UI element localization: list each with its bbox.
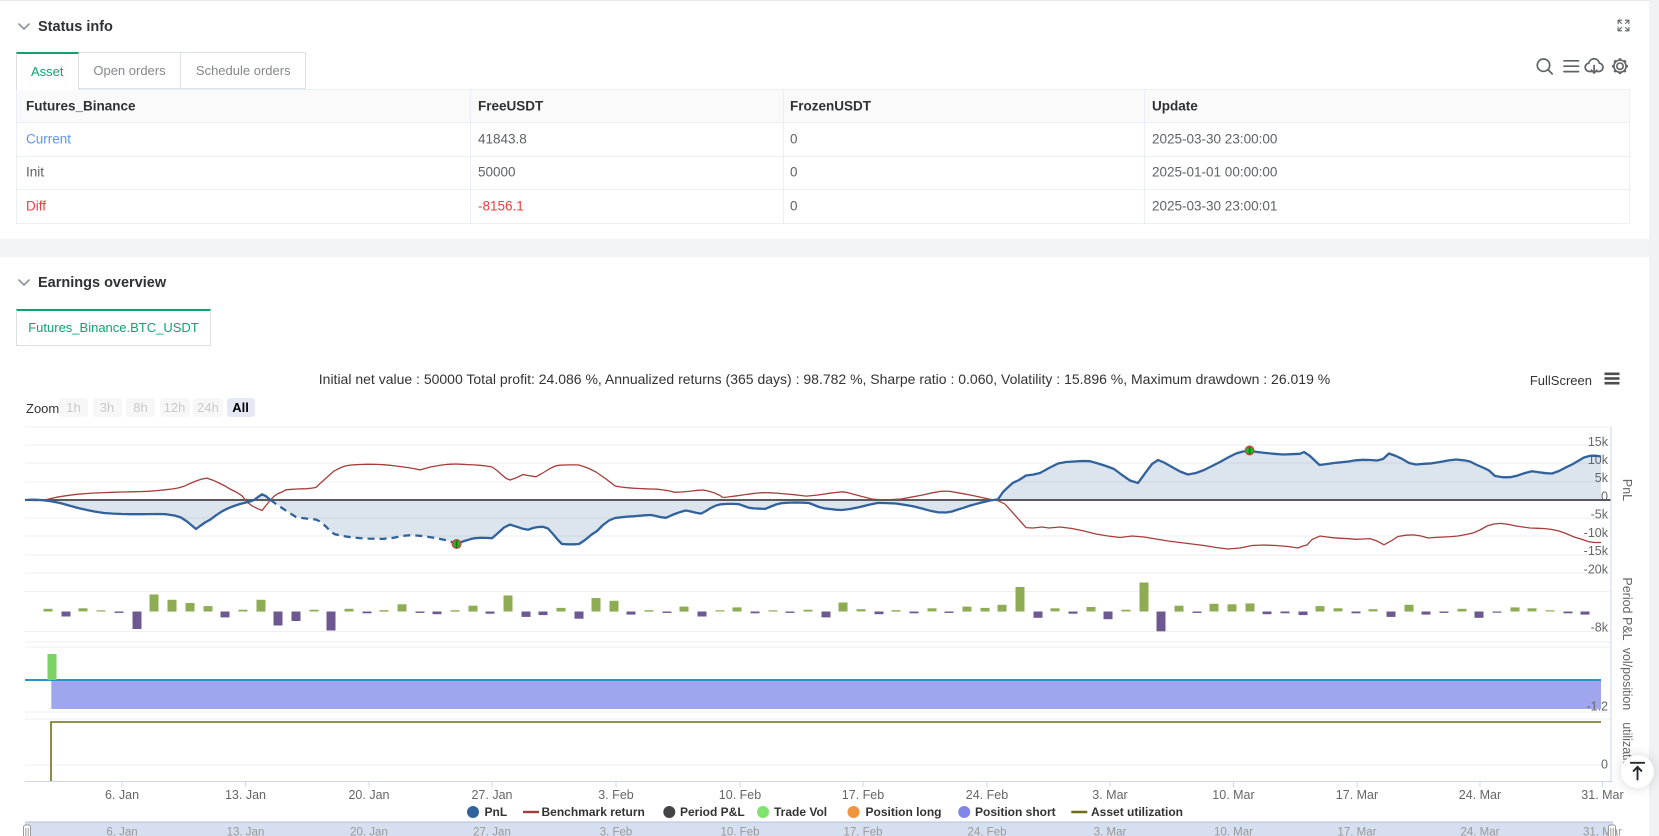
svg-text:Position short: Position short <box>975 805 1056 819</box>
svg-text:24. Mar: 24. Mar <box>1459 788 1501 802</box>
svg-text:-10k: -10k <box>1584 526 1609 540</box>
svg-text:17. Mar: 17. Mar <box>1336 788 1378 802</box>
svg-text:-1.2: -1.2 <box>1586 700 1608 714</box>
svg-text:0: 0 <box>1601 758 1608 772</box>
svg-text:24. Mar: 24. Mar <box>1461 827 1500 836</box>
svg-text:20. Jan: 20. Jan <box>348 788 389 802</box>
svg-text:Asset utilization: Asset utilization <box>1091 805 1183 819</box>
svg-text:Position long: Position long <box>866 805 942 819</box>
svg-text:6. Jan: 6. Jan <box>105 788 139 802</box>
svg-text:-20k: -20k <box>1584 563 1609 577</box>
svg-text:10. Feb: 10. Feb <box>721 827 760 836</box>
svg-text:vol/position: vol/position <box>1620 648 1634 711</box>
svg-text:10. Feb: 10. Feb <box>719 788 761 802</box>
svg-text:3. Feb: 3. Feb <box>598 788 633 802</box>
svg-text:PnL: PnL <box>485 805 508 819</box>
svg-text:24. Feb: 24. Feb <box>966 788 1008 802</box>
svg-text:-8k: -8k <box>1591 621 1609 635</box>
svg-text:Benchmark return: Benchmark return <box>542 805 645 819</box>
svg-text:13. Jan: 13. Jan <box>225 788 266 802</box>
svg-text:10. Mar: 10. Mar <box>1214 827 1253 836</box>
svg-text:10. Mar: 10. Mar <box>1212 788 1254 802</box>
svg-text:3. Mar: 3. Mar <box>1092 788 1127 802</box>
svg-text:20. Jan: 20. Jan <box>350 827 388 836</box>
svg-text:-15k: -15k <box>1584 544 1609 558</box>
svg-text:27. Jan: 27. Jan <box>471 788 512 802</box>
svg-text:Trade Vol: Trade Vol <box>774 805 827 819</box>
svg-text:17. Feb: 17. Feb <box>844 827 883 836</box>
svg-text:13. Jan: 13. Jan <box>227 827 265 836</box>
svg-text:17. Feb: 17. Feb <box>842 788 884 802</box>
svg-text:15k: 15k <box>1588 435 1609 449</box>
svg-text:6. Jan: 6. Jan <box>106 827 137 836</box>
svg-text:3. Mar: 3. Mar <box>1094 827 1127 836</box>
svg-text:0: 0 <box>1601 490 1608 504</box>
svg-text:17. Mar: 17. Mar <box>1338 827 1377 836</box>
svg-text:27. Jan: 27. Jan <box>473 827 511 836</box>
svg-text:24. Feb: 24. Feb <box>968 827 1007 836</box>
svg-text:31. Mar: 31. Mar <box>1581 788 1623 802</box>
svg-text:Period P&L: Period P&L <box>680 805 745 819</box>
svg-text:31. Mar: 31. Mar <box>1583 827 1622 836</box>
svg-text:3. Feb: 3. Feb <box>600 827 633 836</box>
svg-text:PnL: PnL <box>1620 479 1634 501</box>
svg-text:Period P&L: Period P&L <box>1620 577 1634 640</box>
svg-text:-5k: -5k <box>1591 508 1609 522</box>
